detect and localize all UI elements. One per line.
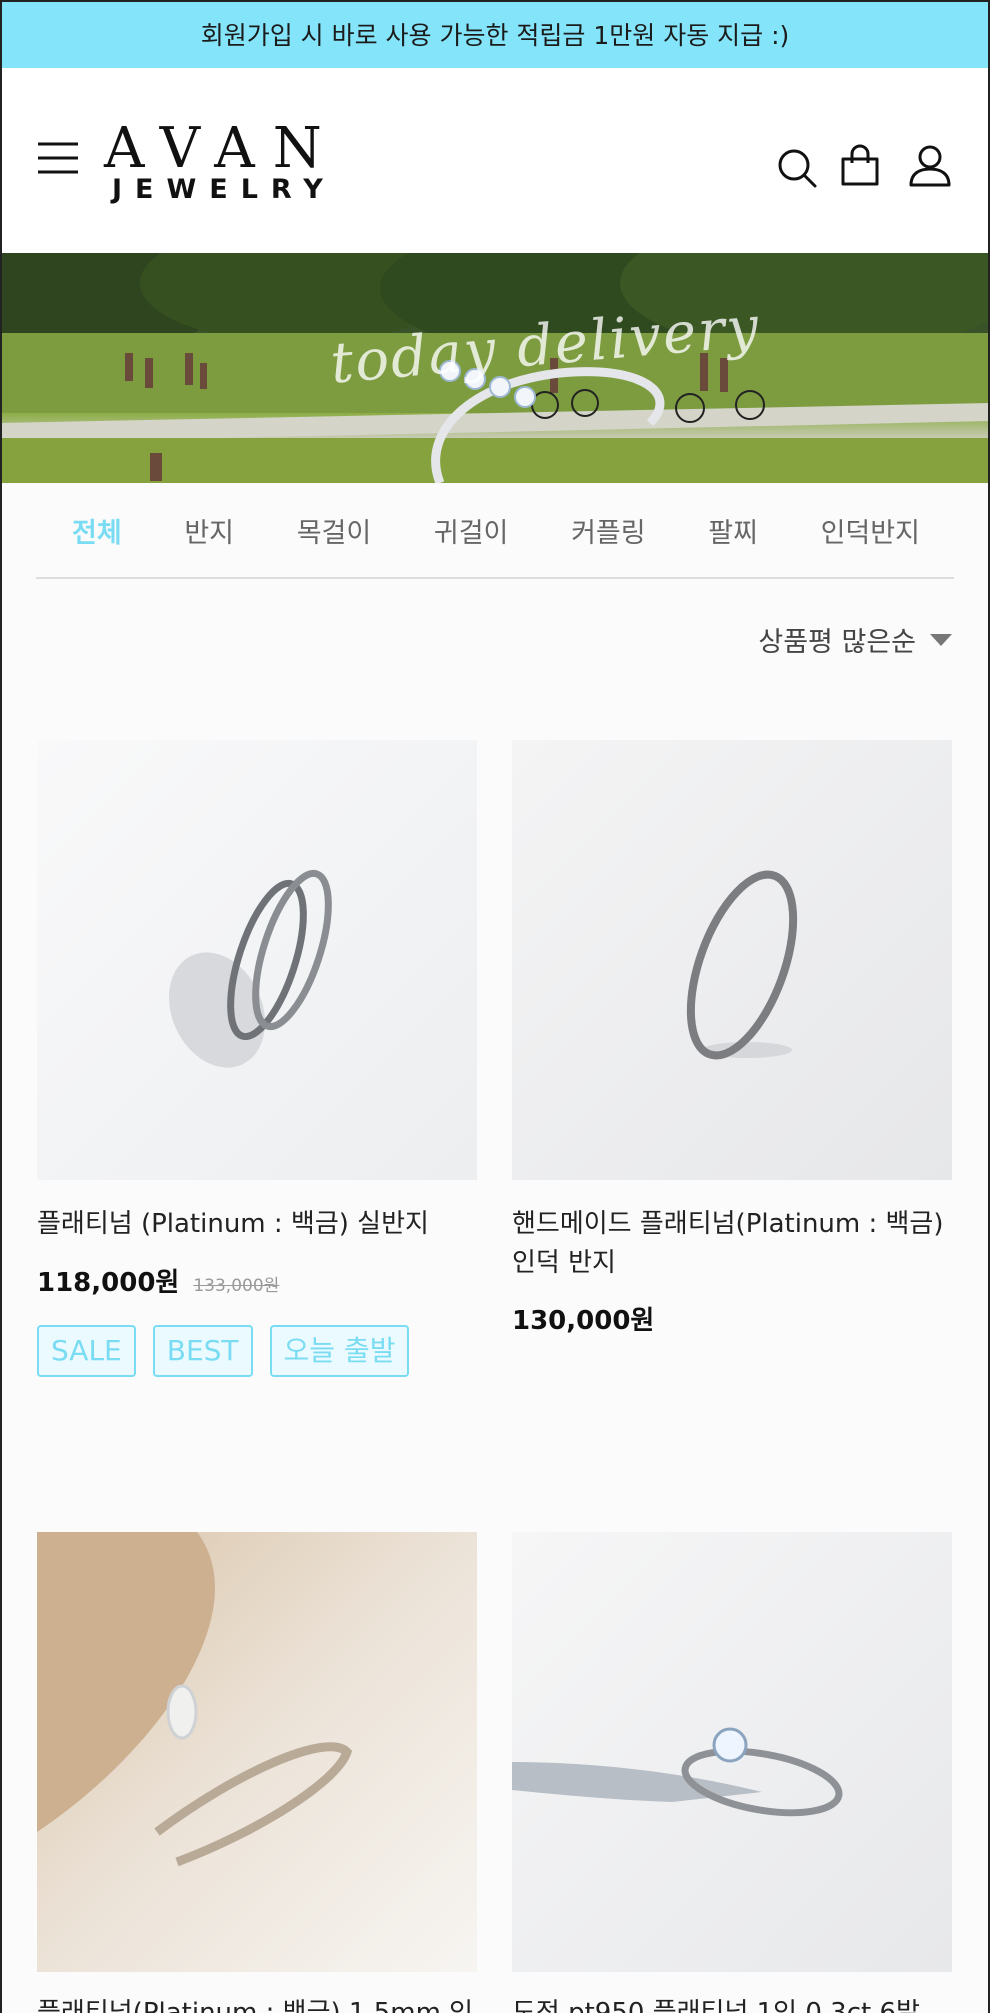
- tab-rings[interactable]: 반지: [184, 511, 234, 550]
- product-price: 130,000원: [512, 1306, 655, 1336]
- product-image[interactable]: [512, 740, 952, 1180]
- search-icon[interactable]: [775, 146, 819, 190]
- tab-all[interactable]: 전체: [72, 511, 122, 550]
- badge-list: SALE BEST 오늘 출발: [37, 1325, 410, 1377]
- category-tabs: 전체 반지 목걸이 귀걸이 커플링 팔찌 인덕반지: [36, 483, 954, 579]
- badge-best: BEST: [152, 1325, 253, 1377]
- tab-induk-rings[interactable]: 인덕반지: [821, 511, 920, 550]
- sort-dropdown[interactable]: 상품평 많은순: [758, 620, 952, 659]
- badge-sale: SALE: [37, 1325, 136, 1377]
- product-image[interactable]: [512, 1532, 952, 1972]
- price-row: 118,000원 133,000원: [37, 1262, 279, 1299]
- product-card[interactable]: 플래티넘 (Platinum : 백금) 실반지 118,000원 133,00…: [37, 740, 477, 1380]
- product-price: 118,000원: [37, 1268, 180, 1298]
- shopping-bag-icon[interactable]: [838, 143, 882, 187]
- product-name[interactable]: 플래티넘(Platinum : 백금) 1.5mm 인덕: [37, 1990, 477, 2013]
- tab-couple-rings[interactable]: 커플링: [571, 511, 646, 550]
- user-icon[interactable]: [908, 143, 952, 187]
- product-image[interactable]: [37, 740, 477, 1180]
- tab-necklaces[interactable]: 목걸이: [297, 511, 372, 550]
- announcement-text: 회원가입 시 바로 사용 가능한 적립금 1만원 자동 지급 :): [200, 21, 790, 50]
- product-name[interactable]: 도전 pt950 플래티넘 1인 0.3ct 6발: [512, 1990, 952, 2013]
- logo-bottom-text: JEWELRY: [112, 174, 336, 205]
- sort-label: 상품평 많은순: [758, 627, 916, 658]
- product-old-price: 133,000원: [193, 1276, 280, 1296]
- product-card[interactable]: 플래티넘(Platinum : 백금) 1.5mm 인덕: [37, 1532, 477, 2013]
- badge-today-ship: 오늘 출발: [269, 1325, 410, 1377]
- price-row: 130,000원: [512, 1300, 654, 1337]
- tab-earrings[interactable]: 귀걸이: [434, 511, 509, 550]
- product-name[interactable]: 플래티넘 (Platinum : 백금) 실반지: [37, 1205, 477, 1244]
- product-card[interactable]: 도전 pt950 플래티넘 1인 0.3ct 6발: [512, 1532, 952, 2013]
- caret-down-icon: [930, 633, 952, 646]
- menu-icon[interactable]: [36, 141, 80, 175]
- promo-banner[interactable]: today delivery: [0, 253, 990, 483]
- header: AVAN JEWELRY: [0, 68, 990, 253]
- product-card[interactable]: 핸드메이드 플래티넘(Platinum : 백금) 인덕 반지 130,000원: [512, 740, 952, 1380]
- logo[interactable]: AVAN JEWELRY: [104, 118, 334, 208]
- logo-top-text: AVAN: [104, 116, 340, 181]
- product-image[interactable]: [37, 1532, 477, 1972]
- tab-bracelets[interactable]: 팔찌: [708, 511, 758, 550]
- announcement-bar[interactable]: 회원가입 시 바로 사용 가능한 적립금 1만원 자동 지급 :): [0, 0, 990, 68]
- product-name[interactable]: 핸드메이드 플래티넘(Platinum : 백금) 인덕 반지: [512, 1205, 952, 1283]
